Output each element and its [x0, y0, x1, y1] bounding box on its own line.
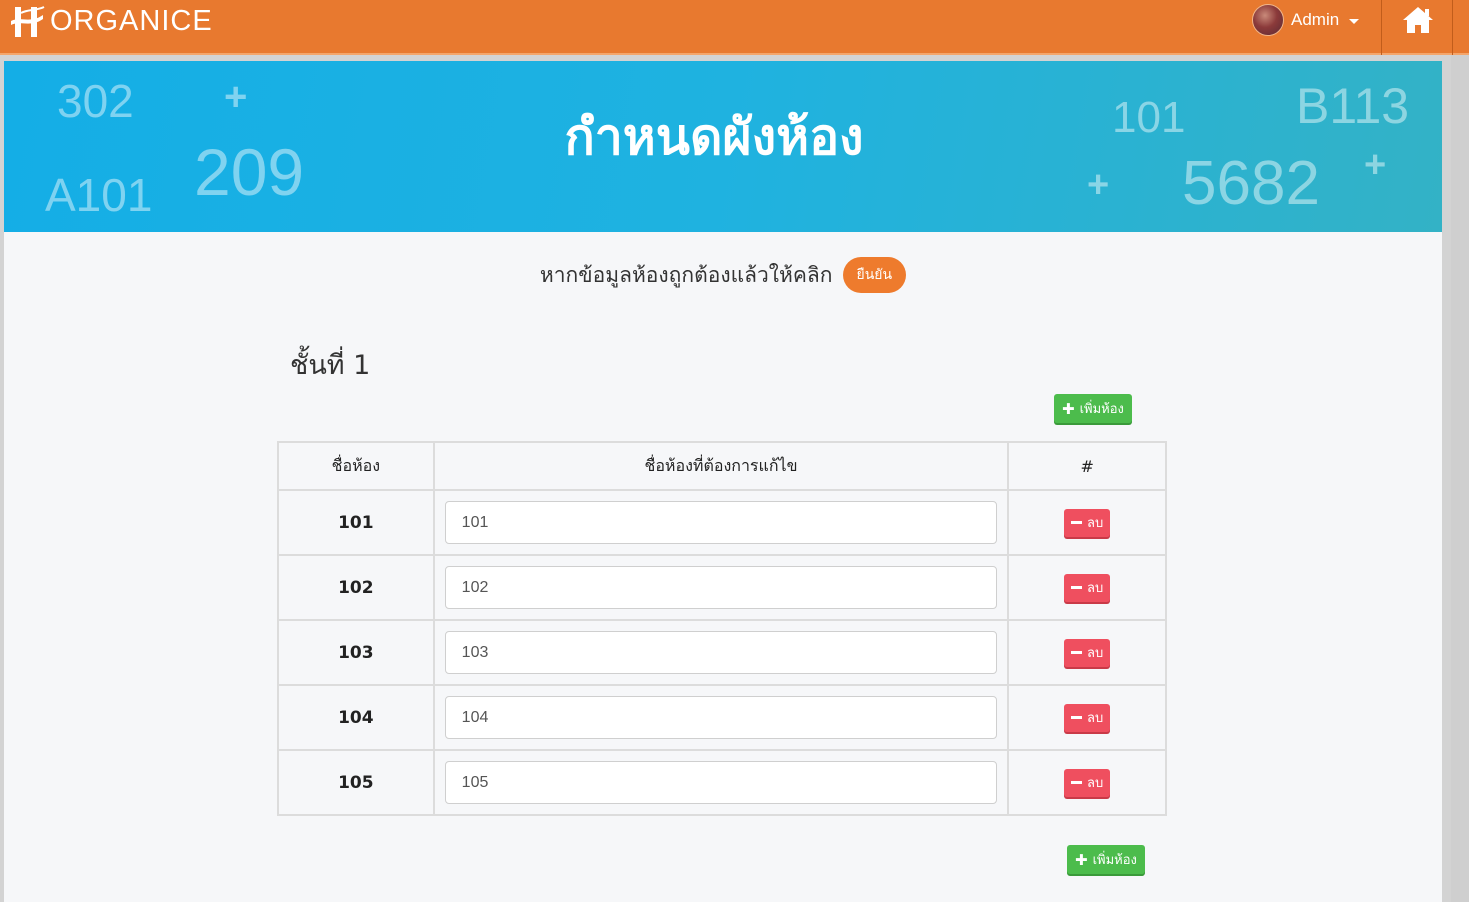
top-navbar: ORGANICE Admin — [0, 0, 1469, 55]
delete-room-button[interactable]: ลบ — [1064, 638, 1111, 667]
avatar — [1252, 4, 1284, 36]
delete-label: ลบ — [1087, 711, 1104, 726]
add-room-label: เพิ่มห้อง — [1092, 853, 1137, 868]
delete-room-button[interactable]: ลบ — [1064, 508, 1111, 537]
delete-label: ลบ — [1087, 581, 1104, 596]
table-row: 101 ลบ — [277, 489, 1167, 556]
table-row: 105 ลบ — [277, 749, 1167, 816]
decor-number: A101 — [45, 169, 153, 221]
room-name-input[interactable] — [444, 761, 998, 804]
delete-label: ลบ — [1087, 776, 1104, 791]
notice-text: หากข้อมูลห้องถูกต้องแล้วให้คลิก — [539, 262, 833, 287]
main-panel: 302 + A101 209 101 B113 + 5682 + กำหนดผั… — [4, 61, 1442, 902]
confirm-button[interactable]: ยืนยัน — [842, 257, 907, 293]
room-name-input[interactable] — [444, 501, 998, 544]
plus-icon: ✚ — [1062, 399, 1075, 418]
caret-down-icon — [1349, 18, 1360, 24]
brand-name: ORGANICE — [50, 4, 213, 37]
page-title: กำหนดผังห้อง — [564, 108, 864, 166]
floor-title: ชั้นที่ 1 — [290, 350, 371, 381]
room-name-input[interactable] — [444, 566, 998, 609]
navbar-divider — [1381, 0, 1382, 55]
delete-room-button[interactable]: ลบ — [1064, 768, 1111, 797]
minus-icon — [1071, 781, 1083, 784]
delete-room-button[interactable]: ลบ — [1064, 573, 1111, 602]
home-button[interactable] — [1398, 2, 1438, 38]
room-name-cell: 104 — [277, 684, 435, 751]
scrollbar[interactable] — [1451, 55, 1469, 902]
delete-room-button[interactable]: ลบ — [1064, 703, 1111, 732]
room-table: ชื่อห้อง ชื่อห้องที่ต้องการแก้ไข # 101 ล… — [277, 441, 1167, 816]
room-name-cell: 103 — [277, 619, 435, 686]
add-room-button-top[interactable]: ✚ เพิ่มห้อง — [1054, 394, 1132, 423]
navbar-divider — [1452, 0, 1453, 55]
table-header-row: ชื่อห้อง ชื่อห้องที่ต้องการแก้ไข # — [277, 441, 1167, 491]
column-header-edit-name: ชื่อห้องที่ต้องการแก้ไข — [432, 441, 1010, 491]
table-row: 102 ลบ — [277, 554, 1167, 621]
brand-logo[interactable]: ORGANICE — [10, 4, 213, 38]
hero-banner: 302 + A101 209 101 B113 + 5682 + กำหนดผั… — [4, 61, 1442, 232]
table-row: 103 ลบ — [277, 619, 1167, 686]
hotel-h-logo-icon — [11, 6, 45, 37]
room-name-input[interactable] — [444, 631, 998, 674]
minus-icon — [1071, 651, 1083, 654]
user-menu-dropdown[interactable]: Admin — [1252, 4, 1360, 36]
table-row: 104 ลบ — [277, 684, 1167, 751]
decor-plus: + — [1087, 164, 1110, 206]
delete-label: ลบ — [1087, 646, 1104, 661]
room-name-cell: 102 — [277, 554, 435, 621]
add-room-button-bottom[interactable]: ✚ เพิ่มห้อง — [1067, 845, 1145, 874]
minus-icon — [1071, 716, 1083, 719]
column-header-room-name: ชื่อห้อง — [277, 441, 435, 491]
delete-label: ลบ — [1087, 516, 1104, 531]
room-name-cell: 105 — [277, 749, 435, 816]
minus-icon — [1071, 586, 1083, 589]
home-icon — [1403, 7, 1433, 33]
confirm-notice: หากข้อมูลห้องถูกต้องแล้วให้คลิก ยืนยัน — [4, 257, 1442, 293]
user-name: Admin — [1291, 10, 1340, 29]
add-room-label: เพิ่มห้อง — [1079, 402, 1124, 417]
room-name-cell: 101 — [277, 489, 435, 556]
room-name-input[interactable] — [444, 696, 998, 739]
plus-icon: ✚ — [1075, 850, 1088, 869]
minus-icon — [1071, 521, 1083, 524]
column-header-actions: # — [1007, 441, 1167, 491]
